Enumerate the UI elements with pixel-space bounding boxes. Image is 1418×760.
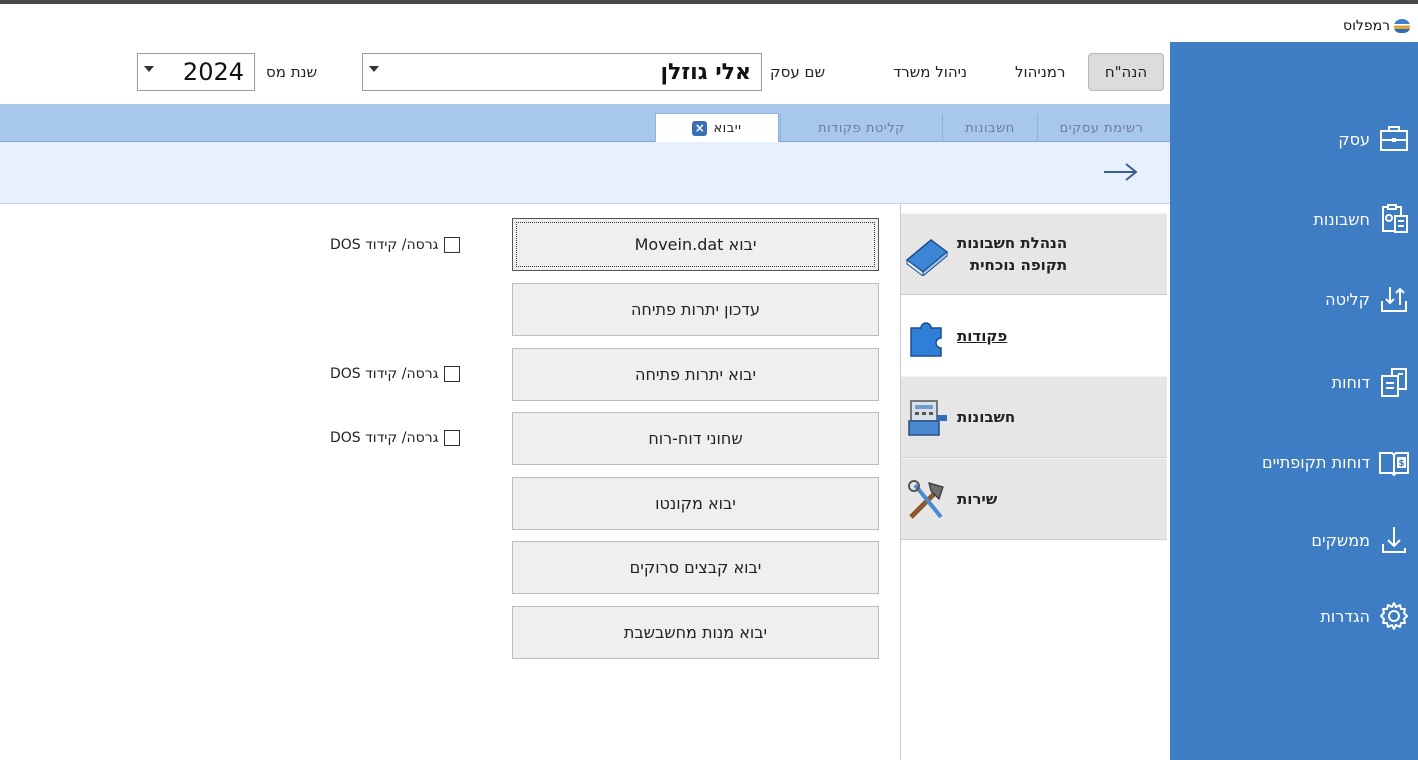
chevron-down-icon	[369, 66, 379, 72]
tax-year-label: שנת מס	[266, 63, 318, 81]
sidebar-item-intake[interactable]: קליטה	[1325, 277, 1410, 321]
puzzle-icon	[901, 314, 951, 358]
sidebar-item-business-label: עסק	[1338, 129, 1370, 149]
sidebar-item-periodic-reports-label: דוחות תקופתיים	[1261, 452, 1370, 472]
app-title-text: רמפלוס	[1342, 18, 1390, 34]
tab-office-management[interactable]: ניהול משרד	[893, 53, 967, 91]
tab-import[interactable]: × ייבוא	[655, 113, 779, 142]
svg-text:$: $	[1398, 459, 1404, 469]
import-scanned-files-button[interactable]: יבוא קבצים סרוקים	[512, 541, 879, 594]
sidebar-item-accounts-label: חשבונות	[1313, 209, 1370, 229]
app-logo-icon	[1394, 19, 1410, 33]
menu-item-entries[interactable]: פקודות	[901, 296, 1167, 376]
book-icon	[901, 232, 951, 278]
tab-accounts[interactable]: חשבונות	[942, 114, 1037, 142]
tab-entries-intake[interactable]: קליטת פקודות	[780, 114, 942, 142]
sidebar-item-intake-label: קליטה	[1325, 289, 1370, 309]
menu-item-accounts[interactable]: חשבונות	[901, 376, 1167, 458]
sidebar-item-reports[interactable]: דוחות	[1332, 360, 1410, 404]
module-menu: הנהלת חשבונות תקופה נוכחית פקודות חשבונו…	[900, 204, 1167, 760]
sidebar-item-interfaces[interactable]: ממשקים	[1311, 518, 1410, 562]
title-bar: רמפלוס	[0, 0, 1418, 42]
import-scanned-files-label: יבוא קבצים סרוקים	[629, 558, 762, 577]
dos-encoding-checkbox-2[interactable]: גרסה/ קידוד DOS	[330, 364, 461, 384]
inbox-arrows-icon	[1381, 287, 1407, 312]
menu-item-service[interactable]: שירות	[901, 458, 1167, 540]
tab-accounting-label: הנה"ח	[1104, 63, 1148, 81]
checkbox[interactable]	[444, 430, 461, 446]
sidebar-item-accounts[interactable]: חשבונות	[1313, 197, 1410, 241]
menu-item-label-line2: תקופה נוכחית	[969, 256, 1068, 274]
update-opening-balances-label: עדכון יתרות פתיחה	[630, 300, 761, 319]
navigation-bar	[0, 142, 1170, 204]
tab-ramnihul[interactable]: רמניהול	[1015, 53, 1065, 91]
sidebar: עסק חשבונות קליטה דוחות $ דוחות תקופתיים…	[1170, 42, 1418, 760]
tools-icon	[901, 477, 951, 521]
dos-encoding-label: גרסה/ קידוד DOS	[330, 237, 439, 253]
reports-icon	[1381, 368, 1407, 397]
import-opening-balances-button[interactable]: יבוא יתרות פתיחה	[512, 348, 879, 401]
tab-entries-intake-label: קליטת פקודות	[818, 120, 905, 136]
sidebar-item-settings-label: הגדרות	[1320, 606, 1370, 626]
import-opening-balances-label: יבוא יתרות פתיחה	[634, 365, 757, 384]
tab-business-list[interactable]: רשימת עסקים	[1037, 114, 1165, 142]
sidebar-item-business[interactable]: עסק	[1338, 117, 1410, 161]
update-opening-balances-button[interactable]: עדכון יתרות פתיחה	[512, 283, 879, 336]
sidebar-item-interfaces-label: ממשקים	[1311, 530, 1370, 550]
tab-import-label: ייבוא	[713, 120, 742, 136]
business-select[interactable]: אלי גוזלן	[362, 53, 762, 91]
tab-ramnihul-label: רמניהול	[1015, 63, 1066, 81]
sidebar-item-settings[interactable]: הגדרות	[1320, 594, 1410, 638]
restore-pl-report-button[interactable]: שחוני דוח-רוח	[512, 412, 879, 465]
document-tab-strip: רשימת עסקים חשבונות קליטת פקודות × ייבוא	[0, 104, 1170, 142]
menu-item-current-period-accounting[interactable]: הנהלת חשבונות תקופה נוכחית	[901, 213, 1167, 295]
calculator-clipboard-icon	[1382, 204, 1408, 233]
restore-pl-report-label: שחוני דוח-רוח	[648, 429, 743, 448]
import-batches-button[interactable]: יבוא מנות מחשבשבת	[512, 606, 879, 659]
tab-business-list-label: רשימת עסקים	[1059, 120, 1144, 136]
gear-icon	[1380, 602, 1408, 630]
tab-accounts-label: חשבונות	[965, 120, 1015, 136]
menu-item-label-line1: הנהלת חשבונות	[957, 234, 1068, 252]
import-batches-label: יבוא מנות מחשבשבת	[623, 623, 768, 642]
business-select-value: אלי גוזלן	[660, 59, 751, 85]
periodic-report-book-icon: $	[1379, 452, 1409, 477]
checkbox[interactable]	[444, 366, 461, 382]
app-title: רמפלוס	[1343, 18, 1410, 34]
tax-year-select[interactable]: 2024	[137, 53, 255, 91]
arrow-right-icon[interactable]	[1102, 160, 1142, 184]
cash-register-icon	[901, 395, 951, 439]
tab-accounting[interactable]: הנה"ח	[1088, 53, 1164, 91]
dos-encoding-label: גרסה/ קידוד DOS	[330, 430, 439, 446]
menu-item-service-label: שירות	[957, 490, 998, 508]
import-from-conto-label: יבוא מקונטו	[655, 494, 736, 513]
import-movein-label: יבוא Movein.dat	[634, 235, 757, 254]
dos-encoding-checkbox-3[interactable]: גרסה/ קידוד DOS	[330, 428, 461, 448]
close-icon[interactable]: ×	[692, 120, 708, 136]
sidebar-item-reports-label: דוחות	[1331, 372, 1370, 392]
sidebar-item-periodic-reports[interactable]: $ דוחות תקופתיים	[1262, 440, 1410, 484]
menu-item-accounts-label: חשבונות	[957, 408, 1016, 426]
menu-item-entries-label: פקודות	[957, 327, 1008, 345]
briefcase-icon	[1380, 126, 1408, 151]
business-name-label: שם עסק	[770, 63, 826, 81]
checkbox[interactable]	[444, 237, 461, 253]
chevron-down-icon	[144, 66, 154, 72]
interface-download-icon	[1382, 527, 1406, 553]
tax-year-select-value: 2024	[182, 58, 244, 86]
import-from-conto-button[interactable]: יבוא מקונטו	[512, 477, 879, 530]
dos-encoding-label: גרסה/ קידוד DOS	[330, 366, 439, 382]
import-movein-button[interactable]: יבוא Movein.dat	[512, 218, 879, 271]
tab-office-management-label: ניהול משרד	[893, 63, 968, 81]
dos-encoding-checkbox-1[interactable]: גרסה/ קידוד DOS	[330, 235, 461, 255]
